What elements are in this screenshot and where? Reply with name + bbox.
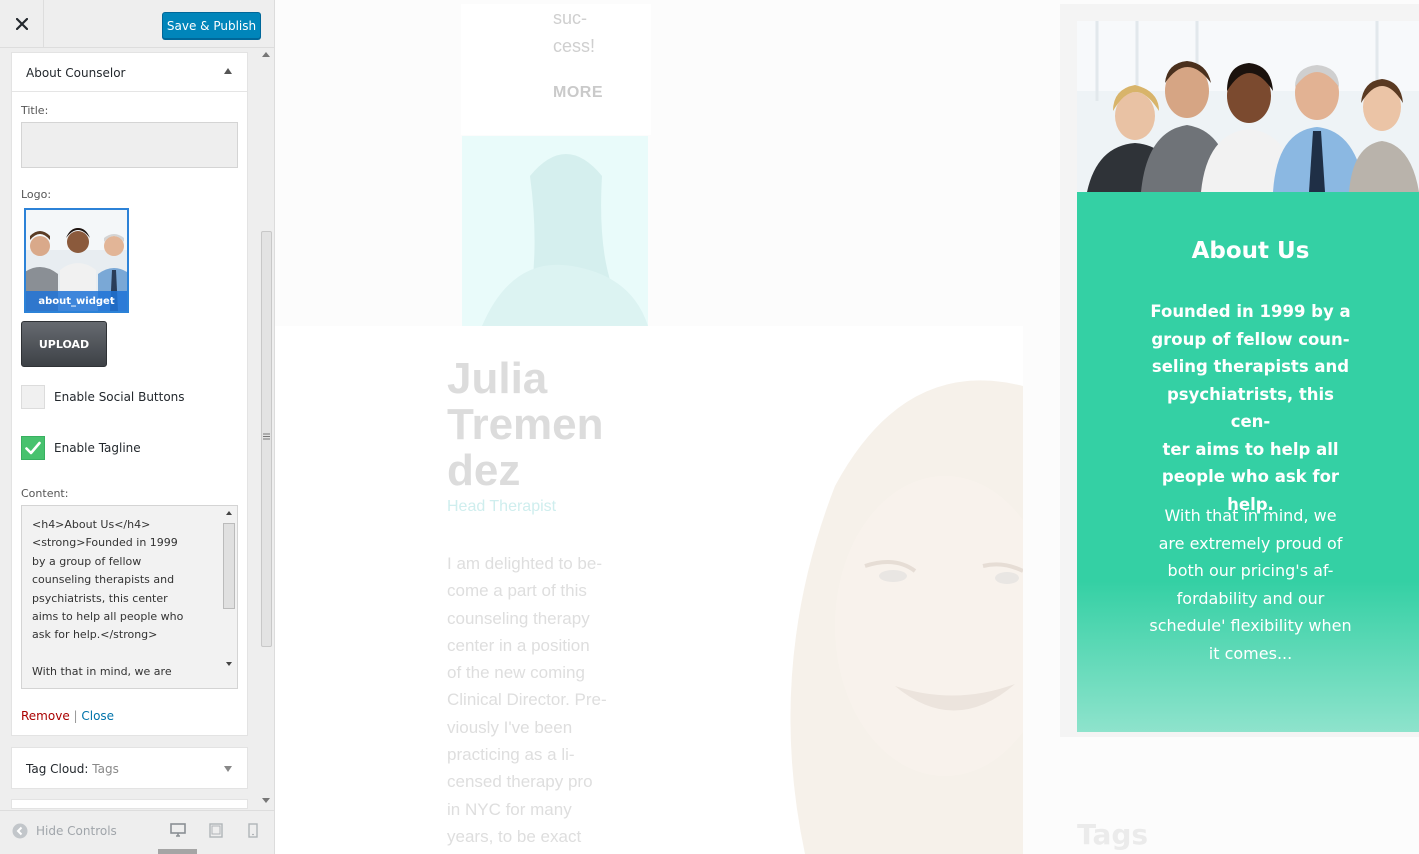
tag-cloud-subtitle: Tags: [88, 762, 119, 776]
preview-therapist-role: Head Therapist: [447, 498, 557, 515]
preview-more-link[interactable]: MORE: [553, 84, 603, 102]
tag-cloud-widget[interactable]: Tag Cloud: Tags: [11, 747, 248, 789]
preview-therapist-name: Julia Tremen dez: [447, 354, 604, 495]
content-scroll-down-icon[interactable]: [226, 662, 232, 666]
title-label: Title:: [21, 104, 49, 117]
site-preview: suc- cess! MORE Julia Tremen dez Head Th…: [275, 0, 1419, 854]
preview-therapist-photo: [745, 366, 1023, 854]
arrow-up-icon[interactable]: [224, 68, 232, 74]
about-us-title: About Us: [1191, 238, 1310, 264]
close-icon: [15, 17, 28, 30]
content-textarea[interactable]: <h4>About Us</h4> <strong>Founded in 199…: [21, 505, 238, 689]
about-counselor-widget: About Counselor Title: Logo: about_widge…: [11, 52, 248, 736]
widget-header[interactable]: About Counselor: [12, 53, 247, 92]
content-label: Content:: [21, 487, 69, 500]
next-widget[interactable]: [11, 799, 248, 809]
preview-tags-heading: Tags: [1077, 818, 1149, 851]
scroll-up-icon[interactable]: [262, 52, 270, 57]
smiling-woman-image: [745, 366, 1023, 854]
logo-caption: about_widget: [26, 291, 127, 311]
customizer-panel: Save & Publish About Counselor Title: Lo…: [0, 0, 275, 854]
panel-scroll-thumb[interactable]: [261, 231, 272, 647]
social-label: Enable Social Buttons: [54, 390, 185, 404]
content-scroll-thumb[interactable]: [223, 523, 235, 609]
about-us-widget-preview: About Us Founded in 1999 by a group of f…: [1060, 4, 1419, 737]
panel-footer: Hide Controls: [0, 810, 274, 854]
preview-service-card: suc- cess! MORE: [461, 4, 651, 135]
enable-tagline-toggle[interactable]: Enable Tagline: [21, 436, 141, 460]
active-device-indicator: [158, 849, 197, 854]
about-team-photo: [1077, 21, 1419, 192]
about-us-text: With that in mind, we are extremely prou…: [1149, 506, 1352, 663]
preview-card-text: suc- cess!: [553, 8, 596, 56]
widget-actions: Remove | Close: [21, 709, 114, 723]
team-photo-image: [1077, 21, 1419, 192]
tag-cloud-name: Tag Cloud:: [26, 762, 89, 776]
mobile-icon[interactable]: [248, 823, 258, 838]
logo-thumbnail[interactable]: about_widget: [24, 208, 129, 313]
save-publish-button[interactable]: Save & Publish: [162, 12, 261, 39]
arrow-down-icon[interactable]: [224, 766, 232, 772]
preview-therapist-section: Julia Tremen dez Head Therapist I am del…: [275, 326, 1023, 854]
enable-social-buttons-toggle[interactable]: Enable Social Buttons: [21, 385, 185, 409]
about-us-panel: About Us Founded in 1999 by a group of f…: [1077, 192, 1419, 732]
tagline-checkbox[interactable]: [21, 436, 45, 460]
collapse-circle-icon: [12, 823, 28, 839]
upload-button[interactable]: UPLOAD: [21, 321, 107, 367]
close-customizer-button[interactable]: [0, 0, 44, 47]
scroll-down-icon[interactable]: [262, 798, 270, 803]
content-scroll-up-icon[interactable]: [226, 511, 232, 515]
hide-controls-label: Hide Controls: [36, 824, 117, 838]
widget-title: About Counselor: [26, 66, 126, 80]
logo-label: Logo:: [21, 188, 52, 201]
content-scrollbar[interactable]: [221, 506, 237, 688]
preview-therapist-bio: I am delighted to be- come a part of thi…: [447, 554, 607, 846]
panel-scrollbar[interactable]: [259, 48, 274, 808]
tablet-icon[interactable]: [209, 823, 223, 838]
social-checkbox[interactable]: [21, 385, 45, 409]
tag-cloud-title: Tag Cloud: Tags: [26, 762, 119, 776]
about-us-tagline: Founded in 1999 by a group of fellow cou…: [1150, 302, 1351, 514]
checkmark-icon: [25, 441, 41, 455]
tagline-label: Enable Tagline: [54, 441, 141, 455]
panel-header: Save & Publish: [0, 0, 274, 48]
preview-therapist-thumbnail: [462, 136, 648, 326]
content-text[interactable]: <h4>About Us</h4> <strong>Founded in 199…: [32, 516, 218, 682]
remove-link[interactable]: Remove: [21, 709, 70, 723]
title-input[interactable]: [21, 122, 238, 168]
link-separator: |: [69, 709, 82, 723]
grip-icon: [263, 433, 270, 440]
close-link[interactable]: Close: [81, 709, 114, 723]
desktop-icon[interactable]: [170, 823, 186, 838]
woman-photo-image: [462, 136, 648, 326]
hide-controls-button[interactable]: Hide Controls: [12, 823, 117, 839]
